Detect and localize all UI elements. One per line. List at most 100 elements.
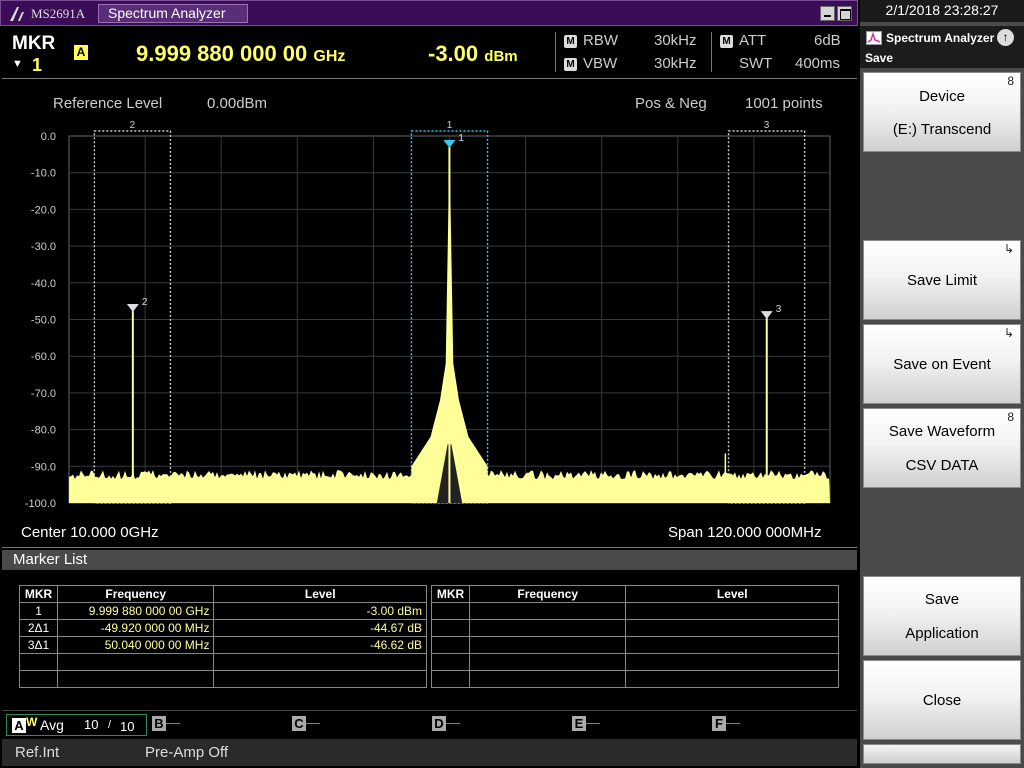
marker-level-unit: dBm [484,48,518,65]
column-header: Frequency [57,585,215,603]
frequency-cell [469,602,627,620]
table-row[interactable]: 3Δ1 50.040 000 00 MHz -46.62 dB [18,636,427,654]
trace-mode: Avg [40,717,64,733]
vbw-manual-badge: M [564,58,577,71]
frequency-cell [57,670,215,688]
marker-cell [430,670,471,688]
anritsu-logo-icon [10,7,24,21]
marker-level-readout: -3.00 dBm [428,41,538,67]
frequency-cell [57,653,215,671]
frequency-cell [469,670,627,688]
frequency-cell [469,619,627,637]
marker-3-triangle [760,311,773,320]
reference-level-label: Reference Level [53,95,163,112]
spectrum-analyzer-icon [866,31,882,45]
chevron-down-icon: ▼ [12,58,23,70]
spectrum-chart[interactable]: 0.0 -10.0 -20.0 -30.0 -40.0 -50.0 -60.0 -70.0 -8… [2,79,857,549]
level-cell [213,670,427,688]
level-cell [625,602,839,620]
softkey-label: Save on Event [893,356,991,373]
marker-cell [18,653,59,671]
softkey-label: Close [922,692,962,709]
marker-cell: 1 [18,602,59,620]
rbw-value[interactable]: 30kHz [654,32,697,49]
y-tick-label: -20.0 [31,204,56,216]
column-header: Level [213,585,427,603]
spectrum-graph-panel: 0.0 -10.0 -20.0 -30.0 -40.0 -50.0 -60.0 -70.0 -8… [2,78,857,548]
submenu-arrow-icon: ↳ [1003,326,1014,340]
y-tick-label: -100.0 [25,498,56,510]
trace-e-dash: — [586,714,600,730]
table-row[interactable] [18,670,427,688]
y-tick-label: 0.0 [41,131,56,143]
trace-d-letter[interactable]: D [432,716,446,731]
trace-f-letter[interactable]: F [712,716,726,731]
softkey-save-application[interactable]: Save Application [863,576,1021,656]
marker-level-value: -3.00 [428,41,479,66]
app-title-tab[interactable]: Spectrum Analyzer [98,4,248,23]
span-frequency[interactable]: Span 120.000 000MHz [668,524,821,541]
swt-value[interactable]: 400ms [795,55,840,72]
y-tick-label: -40.0 [31,278,56,290]
softkey-save-waveform[interactable]: 8 Save Waveform CSV DATA [863,408,1021,488]
table-row[interactable] [430,619,839,637]
vbw-label: VBW [583,55,618,72]
maximize-button[interactable] [837,6,852,21]
marker-zone-label: 2 [130,120,136,131]
submenu-icon: 8 [1007,74,1014,88]
softkey-close[interactable]: Close [863,660,1021,740]
rbw-manual-badge: M [564,35,577,48]
trace-points: 1001 points [745,95,823,112]
softkey-save-limit[interactable]: ↳ Save Limit [863,240,1021,320]
level-cell [625,670,839,688]
marker-cell [430,602,471,620]
column-header: Frequency [469,585,627,603]
marker-2-triangle [126,303,139,312]
softkey-value: CSV DATA [905,457,979,474]
table-row[interactable] [430,602,839,620]
trace-c-letter[interactable]: C [292,716,306,731]
marker-frequency-readout[interactable]: 9.999 880 000 00 GHz [136,41,456,67]
minimize-button[interactable] [820,6,835,21]
table-row[interactable] [430,670,839,688]
softkey-page-strip[interactable] [863,744,1021,764]
y-tick-label: -10.0 [31,168,56,180]
column-header: MKR [430,585,471,603]
vbw-value[interactable]: 30kHz [654,55,697,72]
table-row[interactable] [430,653,839,671]
submenu-icon: 8 [1007,410,1014,424]
table-row[interactable] [430,636,839,654]
submenu-arrow-icon: ↳ [1003,242,1014,256]
level-cell [625,653,839,671]
trace-c-dash: — [306,714,320,730]
frequency-cell [469,636,627,654]
marker-1-triangle [443,140,456,149]
trace-write-mode: W [26,715,38,729]
trace-e-letter[interactable]: E [572,716,586,731]
panel-menu-name: Save [865,51,894,65]
softkey-device[interactable]: 8 Device (E:) Transcend [863,72,1021,152]
y-tick-label: -60.0 [31,351,56,363]
reference-level-value[interactable]: 0.00dBm [207,95,267,112]
marker-cell [430,619,471,637]
softkey-save-on-event[interactable]: ↳ Save on Event [863,324,1021,404]
marker-2-label: 2 [142,297,148,308]
panel-up-button[interactable]: ↑ [997,29,1014,46]
table-row[interactable]: 2Δ1 -49.920 000 00 MHz -44.67 dB [18,619,427,637]
trace-a-selector[interactable]: A W Avg 10 / 10 [6,714,147,736]
center-frequency[interactable]: Center 10.000 0GHz [21,524,159,541]
table-row[interactable] [18,653,427,671]
y-tick-label: -30.0 [31,241,56,253]
frequency-cell: -49.920 000 00 MHz [57,619,215,637]
att-value[interactable]: 6dB [814,32,841,49]
frequency-cell [469,653,627,671]
marker-label: MKR [12,33,56,54]
marker-frequency-unit: GHz [313,48,346,65]
trace-b-letter[interactable]: B [152,716,166,731]
header-divider [711,32,712,72]
preamp-status: Pre-Amp Off [145,744,229,761]
level-cell [213,653,427,671]
att-label: ATT [739,32,767,49]
table-row[interactable]: 1 9.999 880 000 00 GHz -3.00 dBm [18,602,427,620]
trace-status-bar: A W Avg 10 / 10 B — C — D — E — F — [2,710,857,738]
